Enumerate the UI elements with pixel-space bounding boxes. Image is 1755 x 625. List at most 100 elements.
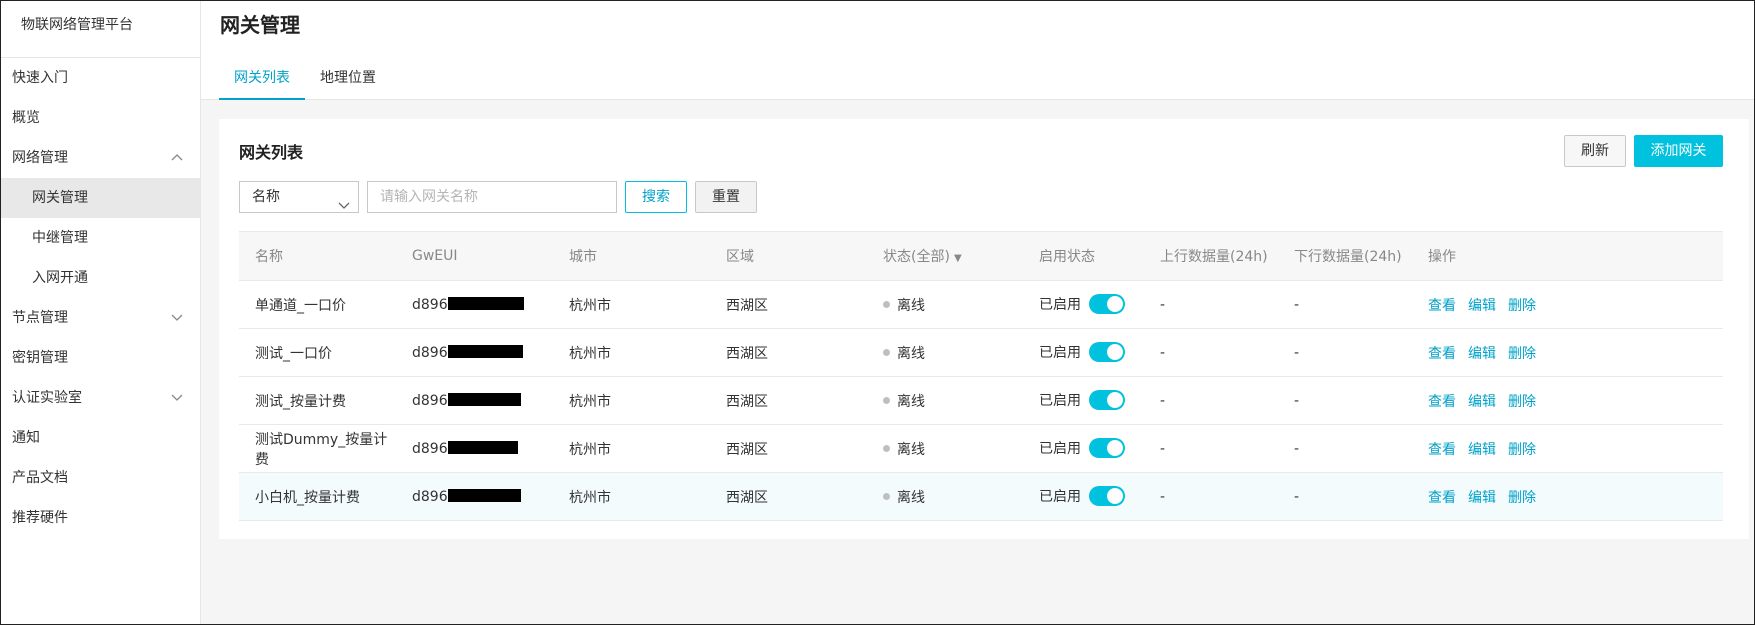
brand-title: 物联网络管理平台 bbox=[1, 1, 200, 58]
view-link[interactable]: 查看 bbox=[1428, 394, 1456, 410]
enable-toggle[interactable] bbox=[1089, 486, 1125, 506]
cell-enabled: 已启用 bbox=[1023, 472, 1144, 521]
cell-district: 西湖区 bbox=[710, 376, 867, 425]
sidebar-item-notifications[interactable]: 通知 bbox=[1, 418, 200, 458]
cell-status: 离线 bbox=[867, 472, 1023, 521]
cell-actions: 查看 编辑 删除 bbox=[1412, 472, 1723, 521]
edit-link[interactable]: 编辑 bbox=[1468, 394, 1496, 410]
enable-toggle[interactable] bbox=[1089, 342, 1125, 362]
gweui-prefix: d896 bbox=[412, 440, 448, 457]
toggle-knob bbox=[1107, 392, 1123, 408]
cell-gweui: d896 bbox=[396, 376, 553, 425]
sidebar-item-product-docs[interactable]: 产品文档 bbox=[1, 458, 200, 498]
table-row: 测试_按量计费 d896 杭州市 西湖区 离线 已启用 - - 查看 编辑 删除 bbox=[239, 376, 1723, 425]
delete-link[interactable]: 删除 bbox=[1508, 346, 1536, 362]
reset-button[interactable]: 重置 bbox=[695, 181, 757, 213]
filter-field-select[interactable]: 名称 bbox=[239, 181, 359, 213]
sidebar-item-certification-lab[interactable]: 认证实验室 bbox=[1, 378, 200, 418]
card-title: 网关列表 bbox=[239, 143, 304, 162]
caret-down-icon: ▼ bbox=[953, 253, 962, 264]
sidebar-item-label: 认证实验室 bbox=[12, 390, 82, 406]
sidebar-item-network-management[interactable]: 网络管理 bbox=[1, 138, 200, 178]
gweui-prefix: d896 bbox=[412, 296, 448, 313]
sidebar-item-network-access[interactable]: 入网开通 bbox=[1, 258, 200, 298]
search-button[interactable]: 搜索 bbox=[625, 181, 687, 213]
edit-link[interactable]: 编辑 bbox=[1468, 298, 1496, 314]
enable-toggle[interactable] bbox=[1089, 438, 1125, 458]
sidebar-item-label: 推荐硬件 bbox=[12, 510, 68, 526]
sidebar-item-label: 产品文档 bbox=[12, 470, 68, 486]
cell-status: 离线 bbox=[867, 376, 1023, 425]
sidebar-item-key-management[interactable]: 密钥管理 bbox=[1, 338, 200, 378]
filter-field-value: 名称 bbox=[252, 189, 280, 205]
refresh-button[interactable]: 刷新 bbox=[1564, 135, 1626, 167]
status-text: 离线 bbox=[897, 441, 925, 458]
column-header-status[interactable]: 状态(全部) ▼ bbox=[867, 231, 1023, 281]
view-link[interactable]: 查看 bbox=[1428, 442, 1456, 458]
edit-link[interactable]: 编辑 bbox=[1468, 490, 1496, 506]
sidebar-item-quickstart[interactable]: 快速入门 bbox=[1, 58, 200, 98]
toggle-knob bbox=[1107, 440, 1123, 456]
cell-city: 杭州市 bbox=[553, 376, 710, 425]
column-header-actions: 操作 bbox=[1412, 231, 1723, 281]
redacted-block bbox=[447, 297, 524, 310]
cell-enabled: 已启用 bbox=[1023, 376, 1144, 425]
table-header-row: 名称 GwEUI 城市 区域 状态(全部) ▼ 启用状态 上行数据量(24h) 下… bbox=[239, 231, 1723, 281]
cell-enabled: 已启用 bbox=[1023, 328, 1144, 377]
status-text: 离线 bbox=[897, 297, 925, 314]
offline-dot-icon bbox=[883, 301, 890, 308]
edit-link[interactable]: 编辑 bbox=[1468, 346, 1496, 362]
sidebar-item-node-management[interactable]: 节点管理 bbox=[1, 298, 200, 338]
chevron-down-icon bbox=[170, 378, 186, 418]
cell-name: 测试Dummy_按量计费 bbox=[239, 424, 396, 473]
chevron-down-icon bbox=[338, 192, 350, 222]
view-link[interactable]: 查看 bbox=[1428, 490, 1456, 506]
add-gateway-button[interactable]: 添加网关 bbox=[1634, 135, 1723, 167]
enabled-text: 已启用 bbox=[1039, 489, 1081, 505]
redacted-block bbox=[447, 345, 523, 358]
cell-actions: 查看 编辑 删除 bbox=[1412, 424, 1723, 473]
sidebar-item-relay-management[interactable]: 中继管理 bbox=[1, 218, 200, 258]
enable-toggle[interactable] bbox=[1089, 294, 1125, 314]
sidebar-item-gateway-management[interactable]: 网关管理 bbox=[1, 178, 200, 218]
table-row: 小白机_按量计费 d896 杭州市 西湖区 离线 已启用 - - 查看 编辑 删除 bbox=[239, 472, 1723, 521]
delete-link[interactable]: 删除 bbox=[1508, 394, 1536, 410]
tab-gateway-list[interactable]: 网关列表 bbox=[219, 58, 305, 100]
page-header: 网关管理 网关列表 地理位置 bbox=[201, 1, 1754, 100]
status-text: 离线 bbox=[897, 489, 925, 506]
sidebar-item-label: 网关管理 bbox=[32, 190, 88, 206]
sidebar-item-label: 快速入门 bbox=[12, 70, 68, 86]
offline-dot-icon bbox=[883, 493, 890, 500]
cell-gweui: d896 bbox=[396, 328, 553, 377]
toggle-knob bbox=[1107, 488, 1123, 504]
main-content: 网关管理 网关列表 地理位置 网关列表 刷新 添加网关 名称 搜索 重置 bbox=[201, 1, 1754, 624]
redacted-block bbox=[447, 489, 521, 502]
redacted-block bbox=[447, 393, 521, 406]
delete-link[interactable]: 删除 bbox=[1508, 442, 1536, 458]
table-row: 测试Dummy_按量计费 d896 杭州市 西湖区 离线 已启用 - - 查看编… bbox=[239, 424, 1723, 473]
view-link[interactable]: 查看 bbox=[1428, 346, 1456, 362]
enabled-text: 已启用 bbox=[1039, 441, 1081, 457]
cell-downlink: - bbox=[1278, 472, 1412, 521]
edit-link[interactable]: 编辑 bbox=[1468, 442, 1496, 458]
delete-link[interactable]: 删除 bbox=[1508, 298, 1536, 314]
view-link[interactable]: 查看 bbox=[1428, 298, 1456, 314]
search-input[interactable] bbox=[367, 181, 617, 213]
cell-name: 小白机_按量计费 bbox=[239, 472, 396, 521]
enable-toggle[interactable] bbox=[1089, 390, 1125, 410]
delete-link[interactable]: 删除 bbox=[1508, 490, 1536, 506]
column-header-district: 区域 bbox=[710, 231, 867, 281]
sidebar-item-recommended-hardware[interactable]: 推荐硬件 bbox=[1, 498, 200, 538]
page-title: 网关管理 bbox=[220, 13, 300, 37]
gateway-list-card: 网关列表 刷新 添加网关 名称 搜索 重置 名称 bbox=[219, 119, 1749, 539]
status-text: 离线 bbox=[897, 393, 925, 410]
tab-geo-location[interactable]: 地理位置 bbox=[305, 58, 391, 98]
sidebar-item-label: 密钥管理 bbox=[12, 350, 68, 366]
sidebar-item-overview[interactable]: 概览 bbox=[1, 98, 200, 138]
sidebar-item-label: 网络管理 bbox=[12, 150, 68, 166]
chevron-down-icon bbox=[170, 298, 186, 338]
sidebar-item-label: 概览 bbox=[12, 110, 40, 126]
tab-bar: 网关列表 地理位置 bbox=[219, 58, 391, 100]
gweui-prefix: d896 bbox=[412, 488, 448, 505]
column-header-uplink: 上行数据量(24h) bbox=[1144, 231, 1278, 281]
